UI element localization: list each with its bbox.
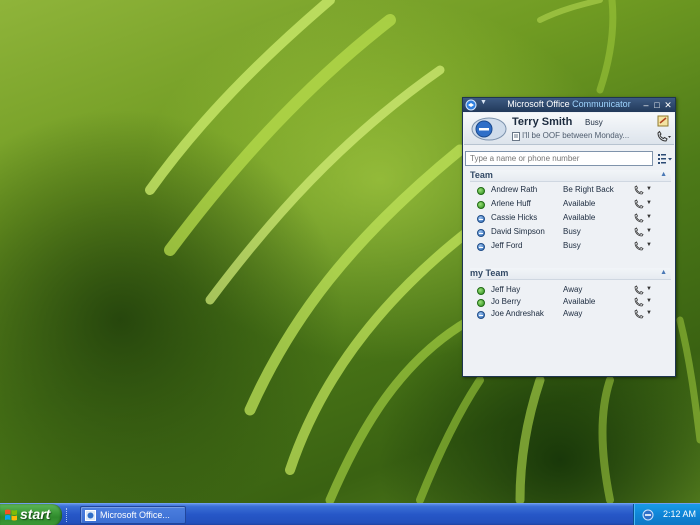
collapse-arrow-icon[interactable]: ▲ bbox=[660, 269, 667, 276]
presence-orb-icon[interactable] bbox=[471, 117, 507, 141]
call-menu-arrow-icon[interactable]: ▼ bbox=[646, 242, 652, 248]
taskbar-item-label: Microsoft Office... bbox=[100, 510, 170, 520]
phone-icon[interactable] bbox=[634, 309, 644, 319]
start-button[interactable]: start bbox=[0, 504, 62, 525]
call-menu-arrow-icon[interactable]: ▼ bbox=[646, 186, 652, 192]
contact-row[interactable]: Arlene Huff Available ▼ bbox=[475, 199, 671, 211]
contact-row[interactable]: David Simpson Busy ▼ bbox=[475, 227, 671, 239]
contact-status: Busy bbox=[563, 241, 581, 250]
contact-name: Jeff Ford bbox=[491, 241, 523, 250]
presence-busy-icon bbox=[477, 215, 485, 223]
group-name: Team bbox=[470, 170, 493, 180]
contact-row[interactable]: Andrew Rath Be Right Back ▼ bbox=[475, 185, 671, 197]
contact-status: Busy bbox=[563, 227, 581, 236]
minimize-button[interactable]: – bbox=[641, 100, 651, 110]
contact-row[interactable]: Jeff Hay Away ▼ bbox=[475, 285, 671, 297]
close-button[interactable]: ✕ bbox=[663, 100, 673, 110]
title-bar[interactable]: ▼ Microsoft Office Communicator – □ ✕ bbox=[463, 98, 675, 112]
call-menu-arrow-icon[interactable]: ▼ bbox=[646, 200, 652, 206]
contact-name: Joe Andreshak bbox=[491, 309, 544, 318]
call-menu-arrow-icon[interactable]: ▼ bbox=[646, 298, 652, 304]
phone-icon[interactable] bbox=[634, 185, 644, 195]
toolbar-grip[interactable] bbox=[66, 508, 70, 522]
start-label: start bbox=[20, 506, 51, 522]
contact-name: Jo Berry bbox=[491, 297, 521, 306]
presence-available-icon bbox=[477, 299, 485, 307]
presence-busy-icon bbox=[477, 229, 485, 237]
user-status[interactable]: Busy bbox=[585, 118, 603, 127]
maximize-button[interactable]: □ bbox=[652, 100, 662, 110]
contact-status: Available bbox=[563, 199, 596, 208]
phone-menu-icon[interactable] bbox=[656, 130, 672, 142]
contact-row[interactable]: Jo Berry Available ▼ bbox=[475, 297, 671, 309]
options-icon[interactable] bbox=[657, 115, 670, 127]
contact-name: David Simpson bbox=[491, 227, 545, 236]
taskbar-item-communicator[interactable]: Microsoft Office... bbox=[80, 506, 186, 524]
phone-icon[interactable] bbox=[634, 297, 644, 307]
presence-busy-icon bbox=[477, 243, 485, 251]
presence-busy-icon bbox=[477, 311, 485, 319]
communicator-window[interactable]: ▼ Microsoft Office Communicator – □ ✕ Te… bbox=[462, 97, 676, 377]
call-menu-arrow-icon[interactable]: ▼ bbox=[646, 214, 652, 220]
note-icon bbox=[512, 132, 520, 141]
phone-icon[interactable] bbox=[634, 227, 644, 237]
phone-icon[interactable] bbox=[634, 285, 644, 295]
contact-row[interactable]: Cassie Hicks Available ▼ bbox=[475, 213, 671, 225]
contact-status: Away bbox=[563, 309, 583, 318]
contact-name: Arlene Huff bbox=[491, 199, 531, 208]
communicator-task-icon bbox=[85, 510, 96, 521]
view-options-icon[interactable] bbox=[656, 151, 674, 166]
collapse-arrow-icon[interactable]: ▲ bbox=[660, 171, 667, 178]
call-menu-arrow-icon[interactable]: ▼ bbox=[646, 310, 652, 316]
contact-status: Be Right Back bbox=[563, 185, 614, 194]
contact-name: Cassie Hicks bbox=[491, 213, 538, 222]
group-name: my Team bbox=[470, 268, 509, 278]
system-tray: 2:12 AM bbox=[633, 504, 700, 525]
profile-panel: Terry Smith Busy I'll be OOF between Mon… bbox=[464, 113, 674, 145]
call-menu-arrow-icon[interactable]: ▼ bbox=[646, 286, 652, 292]
contact-status: Away bbox=[563, 285, 583, 294]
contact-status: Available bbox=[563, 297, 596, 306]
contact-name: Jeff Hay bbox=[491, 285, 521, 294]
personal-note[interactable]: I'll be OOF between Monday... bbox=[522, 131, 629, 140]
contact-status: Available bbox=[563, 213, 596, 222]
user-name[interactable]: Terry Smith bbox=[512, 116, 572, 128]
clock[interactable]: 2:12 AM bbox=[663, 509, 696, 519]
call-menu-arrow-icon[interactable]: ▼ bbox=[646, 228, 652, 234]
group-header-team[interactable]: Team ▲ bbox=[470, 170, 671, 182]
phone-icon[interactable] bbox=[634, 199, 644, 209]
contact-row[interactable]: Jeff Ford Busy ▼ bbox=[475, 241, 671, 253]
presence-available-icon bbox=[477, 187, 485, 195]
group-header-my-team[interactable]: my Team ▲ bbox=[470, 268, 671, 280]
contact-row[interactable]: Joe Andreshak Away ▼ bbox=[475, 309, 671, 321]
presence-available-icon bbox=[477, 287, 485, 295]
taskbar: start Microsoft Office... 2:12 AM bbox=[0, 503, 700, 525]
phone-icon[interactable] bbox=[634, 241, 644, 251]
phone-icon[interactable] bbox=[634, 213, 644, 223]
presence-available-icon bbox=[477, 201, 485, 209]
windows-logo-icon bbox=[5, 509, 17, 521]
search-input[interactable] bbox=[465, 151, 653, 166]
contact-name: Andrew Rath bbox=[491, 185, 538, 194]
communicator-tray-icon[interactable] bbox=[642, 509, 654, 521]
